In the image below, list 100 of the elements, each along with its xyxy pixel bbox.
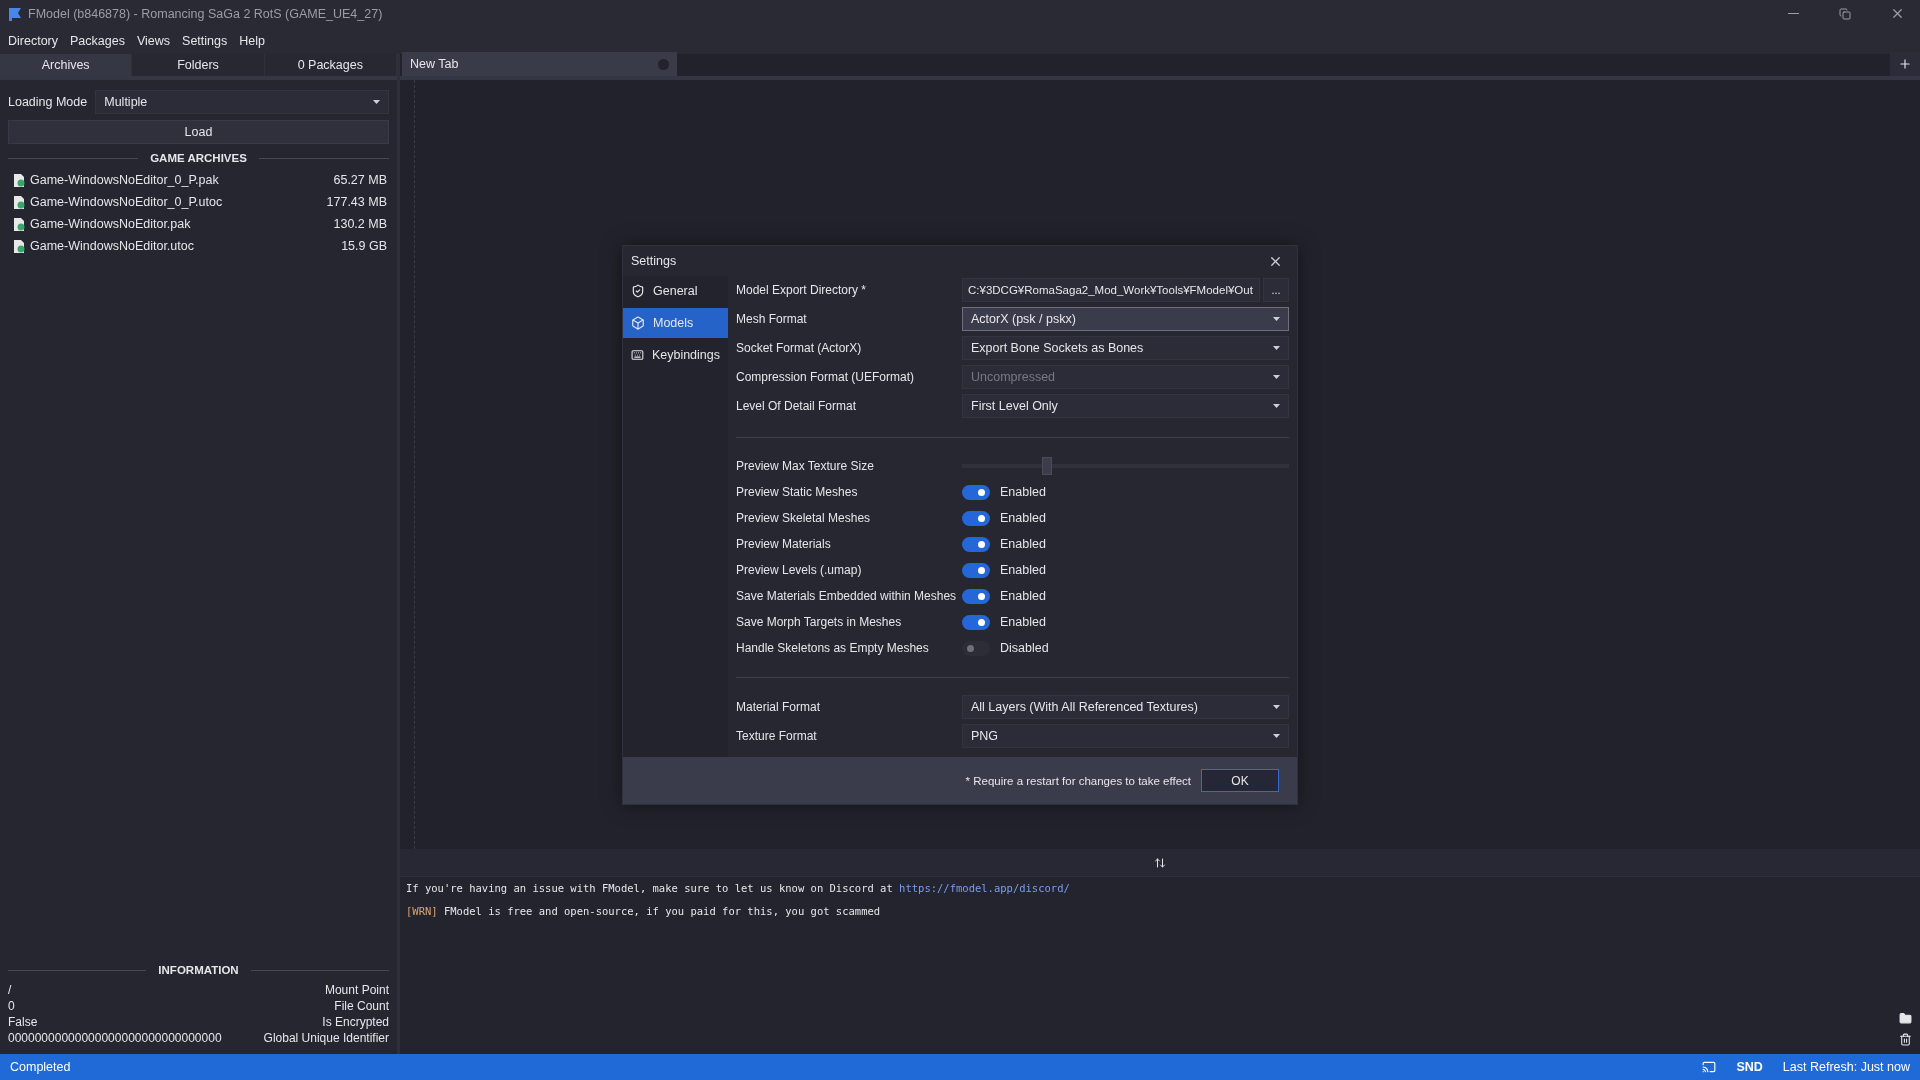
select-field[interactable]: ActorX (psk / pskx) — [962, 307, 1289, 331]
toggle-switch[interactable] — [962, 614, 990, 630]
setting-label: Model Export Directory * — [736, 283, 868, 297]
panel-tab[interactable]: Archives — [0, 54, 133, 76]
restart-note: * Require a restart for changes to take effect — [965, 774, 1191, 787]
file-icon — [14, 239, 25, 253]
caret-icon — [1273, 375, 1280, 379]
toggle-state: Enabled — [1000, 511, 1046, 525]
screen-icon[interactable] — [1702, 1060, 1717, 1074]
toggle-state: Disabled — [1000, 641, 1049, 655]
setting-label: Compression Format (UEFormat) — [736, 370, 916, 384]
info-label: Is Encrypted — [322, 1015, 389, 1029]
ok-button[interactable]: OK — [1201, 769, 1279, 792]
setting-label: Mesh Format — [736, 312, 808, 326]
caret-icon — [1273, 346, 1280, 350]
folder-icon[interactable] — [1898, 1012, 1912, 1025]
archive-name[interactable]: Game-WindowsNoEditor_0_P.pak — [30, 173, 219, 187]
select-field[interactable]: First Level Only — [962, 394, 1289, 418]
status-item: SND — [1736, 1060, 1763, 1074]
setting-label: Save Morph Targets in Meshes — [736, 615, 903, 629]
info-value: False — [8, 1015, 38, 1029]
dialog-title: Settings — [631, 254, 677, 268]
tab-close-dot[interactable] — [658, 58, 669, 70]
archive-size: 15.9 GB — [341, 239, 387, 253]
archive-size: 130.2 MB — [333, 217, 387, 231]
archive-name[interactable]: Game-WindowsNoEditor.utoc — [30, 239, 194, 253]
info-label: Mount Point — [324, 983, 389, 997]
caret-icon — [1273, 705, 1280, 709]
toggle-switch[interactable] — [962, 510, 990, 526]
keyboard-icon — [631, 348, 644, 362]
settings-nav-item[interactable]: Models — [623, 308, 728, 338]
caret-icon — [1273, 317, 1280, 321]
section-heading: GAME ARCHIVES — [150, 152, 247, 164]
shield-icon — [631, 284, 645, 298]
file-icon — [14, 195, 25, 209]
select-field[interactable]: All Layers (With All Referenced Textures) — [962, 695, 1289, 719]
setting-label: Preview Skeletal Meshes — [736, 511, 872, 525]
info-label: File Count — [334, 999, 389, 1013]
trash-icon[interactable] — [1898, 1033, 1912, 1046]
menu-item[interactable]: Settings — [176, 28, 234, 53]
slider-thumb[interactable] — [1042, 457, 1052, 475]
setting-label: Preview Max Texture Size — [736, 459, 875, 473]
toggle-state: Enabled — [1000, 589, 1046, 603]
toggle-state: Enabled — [1000, 485, 1046, 499]
status-item: Last Refresh: Just now — [1782, 1060, 1910, 1074]
load-button[interactable]: Load — [8, 120, 389, 144]
info-value: / — [8, 983, 12, 997]
setting-label: Handle Skeletons as Empty Meshes — [736, 641, 930, 655]
setting-label: Preview Materials — [736, 537, 832, 551]
document-tab[interactable]: New Tab — [402, 52, 677, 76]
toggle-state: Enabled — [1000, 537, 1046, 551]
info-value: 0 — [8, 999, 15, 1013]
console-line: [WRN] FModel is free and open-source, if you paid for this, you got scammed — [406, 905, 882, 917]
caret-icon — [1273, 404, 1280, 408]
archive-name[interactable]: Game-WindowsNoEditor_0_P.utoc — [30, 195, 223, 209]
caret-icon — [1273, 734, 1280, 738]
toggle-state: Enabled — [1000, 563, 1046, 577]
menu-item[interactable]: Views — [130, 28, 177, 53]
plus-icon — [1898, 57, 1912, 71]
minimize-icon — [1787, 13, 1799, 14]
archive-name[interactable]: Game-WindowsNoEditor.pak — [30, 217, 191, 231]
settings-nav-item[interactable]: General — [623, 276, 728, 306]
resize-icon[interactable] — [1154, 856, 1166, 869]
toggle-switch[interactable] — [962, 484, 990, 500]
settings-nav-item[interactable]: Keybindings — [623, 340, 728, 370]
menu-item[interactable]: Directory — [2, 28, 64, 53]
caret-icon — [373, 100, 380, 104]
file-icon — [14, 217, 25, 231]
loading-mode-select[interactable]: Multiple — [95, 90, 389, 114]
setting-label: Texture Format — [736, 729, 818, 743]
info-label: Global Unique Identifier — [263, 1031, 389, 1045]
toggle-switch[interactable] — [962, 588, 990, 604]
discord-link[interactable]: https://fmodel.app/discord/ — [899, 882, 1070, 894]
status-text: Completed — [10, 1060, 72, 1074]
input-field[interactable]: C:¥3DCG¥RomaSaga2_Mod_Work¥Tools¥FModel¥Out — [962, 278, 1260, 302]
new-tab-button[interactable] — [1890, 52, 1920, 76]
info-value: 00000000000000000000000000000000 — [8, 1031, 222, 1045]
setting-label: Preview Levels (.umap) — [736, 563, 863, 577]
browse-button[interactable]: ... — [1263, 278, 1289, 302]
archive-size: 65.27 MB — [333, 173, 387, 187]
select-field[interactable]: Export Bone Sockets as Bones — [962, 336, 1289, 360]
archive-size: 177.43 MB — [326, 195, 387, 209]
cube-icon — [631, 316, 645, 330]
file-icon — [14, 173, 25, 187]
menu-item[interactable]: Help — [233, 28, 271, 53]
toggle-switch[interactable] — [962, 562, 990, 578]
setting-label: Preview Static Meshes — [736, 485, 859, 499]
setting-label: Socket Format (ActorX) — [736, 341, 863, 355]
toggle-switch[interactable] — [962, 536, 990, 552]
select-field[interactable]: PNG — [962, 724, 1289, 748]
menu-item[interactable]: Packages — [64, 28, 131, 53]
window-title: FModel (b846878) - Romancing SaGa 2 RotS (GAME_UE4_27) — [28, 6, 384, 21]
flag-icon — [8, 6, 22, 21]
section-heading: INFORMATION — [158, 964, 239, 976]
console-line: If you're having an issue with FModel, make sure to let us know on Discord at https://fmodel.app/discord/ — [406, 882, 1071, 894]
toggle-state: Enabled — [1000, 615, 1046, 629]
setting-label: Level Of Detail Format — [736, 399, 858, 413]
loading-mode-label: Loading Mode — [8, 95, 88, 109]
toggle-switch[interactable] — [962, 640, 990, 656]
restore-icon — [1839, 7, 1851, 20]
